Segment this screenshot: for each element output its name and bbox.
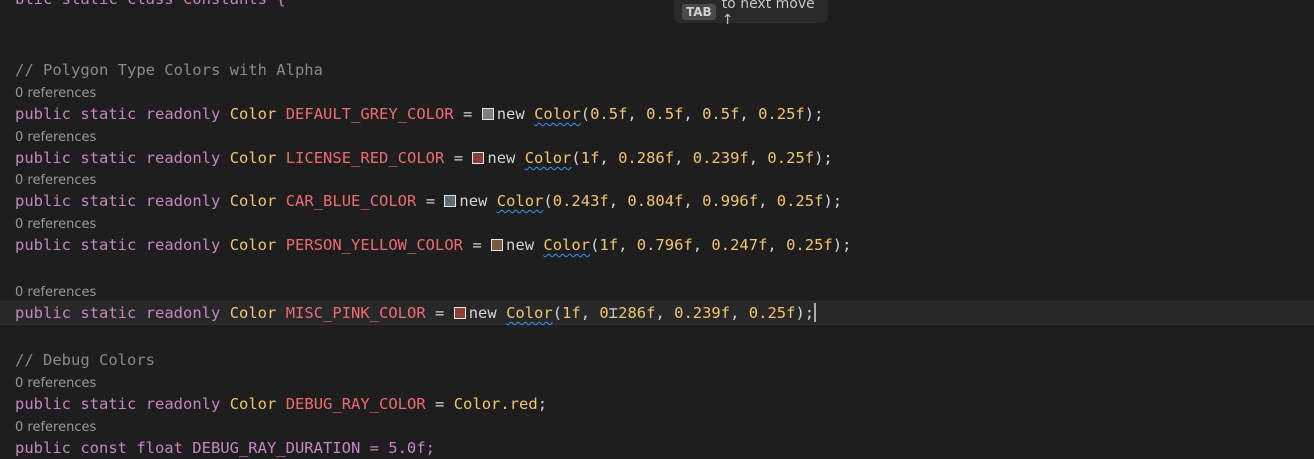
member-access: Color.red: [453, 395, 538, 413]
number: 0.5f: [702, 105, 740, 123]
codelens-references[interactable]: 0 references: [15, 420, 96, 436]
operator: =: [435, 304, 445, 322]
number: 0: [599, 304, 609, 322]
number: 0.796f: [636, 236, 693, 254]
number: 0.996f: [702, 192, 759, 210]
constant-name: MISC_PINK_COLOR: [285, 304, 426, 322]
code-line-misc-pink[interactable]: public static readonly Color MISC_PINK_C…: [15, 302, 817, 324]
color-swatch-icon[interactable]: [444, 195, 457, 207]
keyword: static: [80, 236, 137, 254]
keyword: new: [496, 105, 525, 123]
number: 1f: [599, 236, 619, 254]
keyword: new: [487, 149, 516, 167]
codelens-references[interactable]: 0 references: [15, 130, 96, 146]
type-name: Color: [506, 304, 553, 322]
number: 0.5f: [646, 105, 684, 123]
text-caret: [814, 303, 817, 322]
number: 0.239f: [692, 149, 749, 167]
keyword: static: [80, 192, 137, 210]
number: 0.25f: [748, 304, 796, 322]
codelens-references[interactable]: 0 references: [15, 217, 96, 233]
number: 0.247f: [711, 236, 768, 254]
constant-name: LICENSE_RED_COLOR: [285, 149, 445, 167]
keyword: readonly: [145, 395, 221, 413]
color-swatch-icon[interactable]: [481, 108, 494, 120]
keyword: static: [80, 105, 137, 123]
number: 0.239f: [674, 304, 731, 322]
number: 0.25f: [767, 149, 815, 167]
code-line-car-blue[interactable]: public static readonly Color CAR_BLUE_CO…: [15, 190, 842, 212]
number: 1f: [580, 149, 600, 167]
comment-polygon-colors: // Polygon Type Colors with Alpha: [15, 61, 323, 79]
constant-name: PERSON_YELLOW_COLOR: [285, 236, 464, 254]
operator: =: [435, 395, 445, 413]
number: 286f: [618, 304, 656, 322]
type-name: Color: [496, 192, 544, 210]
keyword: public: [15, 149, 71, 167]
number: 0.804f: [627, 192, 684, 210]
color-swatch-icon[interactable]: [453, 307, 466, 319]
constant-name: DEBUG_RAY_COLOR: [285, 395, 426, 413]
number: 0.5f: [590, 105, 628, 123]
comment-debug-colors: // Debug Colors: [15, 351, 155, 369]
keyword: new: [506, 236, 535, 254]
code-line-license-red[interactable]: public static readonly Color LICENSE_RED…: [15, 147, 833, 169]
codelens-references[interactable]: 0 references: [15, 285, 96, 301]
keyword: public: [15, 236, 71, 254]
number: 0.25f: [776, 192, 824, 210]
tab-next-move-hint[interactable]: TAB to next move ↑: [674, 0, 828, 28]
operator: =: [472, 236, 482, 254]
keyword: readonly: [145, 236, 221, 254]
type-name: Color: [229, 236, 277, 254]
keyword: readonly: [145, 304, 221, 322]
type-name: Color: [524, 149, 572, 167]
keyword: public: [15, 192, 71, 210]
keyword: public: [15, 105, 71, 123]
tab-key-badge: TAB: [682, 3, 716, 20]
codelens-references[interactable]: 0 references: [15, 173, 96, 189]
number: 0.286f: [618, 149, 675, 167]
mouse-ibeam-icon: ⌶: [608, 304, 619, 322]
operator: =: [453, 149, 464, 167]
number: 0.25f: [786, 236, 833, 254]
codelens-references[interactable]: 0 references: [15, 376, 96, 392]
operator: =: [463, 105, 473, 123]
type-name: Color: [229, 395, 277, 413]
keyword: static: [80, 304, 137, 322]
type-name: Color: [229, 192, 277, 210]
constant-name: CAR_BLUE_COLOR: [285, 192, 417, 210]
code-line-person-yellow[interactable]: public static readonly Color PERSON_YELL…: [15, 234, 851, 256]
type-name: Color: [229, 149, 277, 167]
tab-hint-text: to next move ↑: [721, 0, 815, 28]
keyword: static: [80, 149, 137, 167]
type-name: Color: [229, 105, 277, 123]
code-editor[interactable]: blic static class Constants { TAB to nex…: [0, 0, 1314, 457]
keyword: new: [468, 304, 497, 322]
codelens-references[interactable]: 0 references: [15, 86, 96, 102]
code-line-debug-ray-color[interactable]: public static readonly Color DEBUG_RAY_C…: [15, 393, 547, 415]
keyword: static: [80, 395, 137, 413]
type-name: Color: [229, 304, 277, 322]
code-line-class-decl[interactable]: blic static class Constants {: [15, 0, 286, 10]
keyword: public: [15, 395, 71, 413]
keyword: readonly: [145, 192, 221, 210]
type-name: Color: [543, 236, 591, 254]
keyword: new: [459, 192, 488, 210]
number: 0.25f: [758, 105, 805, 123]
number: 1f: [562, 304, 581, 322]
keyword: public: [15, 304, 71, 322]
code-line-debug-ray-duration[interactable]: public const float DEBUG_RAY_DURATION = …: [15, 437, 435, 459]
type-name: Color: [534, 105, 581, 123]
color-swatch-icon[interactable]: [472, 152, 485, 164]
color-swatch-icon[interactable]: [491, 239, 504, 251]
number: 0.243f: [552, 192, 609, 210]
keyword: readonly: [145, 149, 221, 167]
operator: =: [425, 192, 436, 210]
constant-name: DEFAULT_GREY_COLOR: [285, 105, 454, 123]
keyword: readonly: [145, 105, 221, 123]
code-token: blic static class Constants {: [15, 0, 286, 8]
code-line-default-grey[interactable]: public static readonly Color DEFAULT_GRE…: [15, 103, 823, 125]
